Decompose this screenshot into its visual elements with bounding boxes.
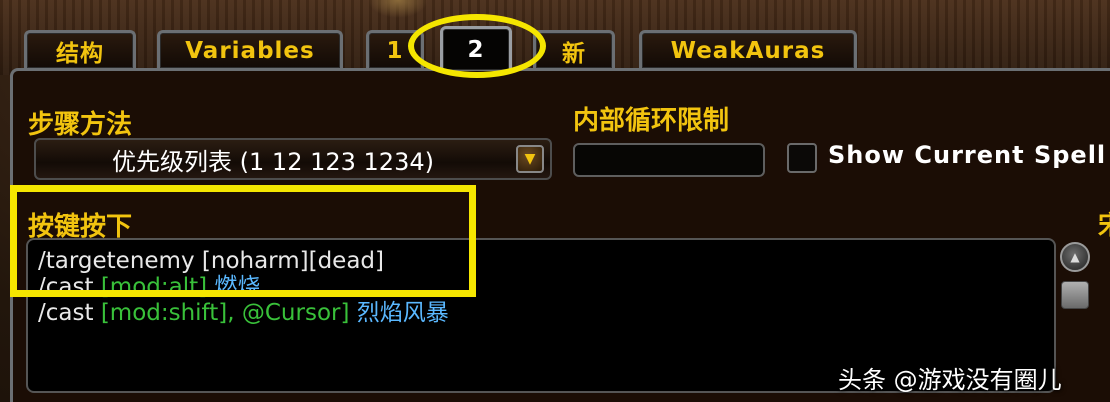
show-current-spell-checkbox[interactable]: [787, 143, 817, 173]
ornament: [368, 0, 428, 18]
tab-2[interactable]: 2: [440, 26, 512, 70]
macro-token: [noharm][dead]: [201, 248, 385, 274]
step-method-dropdown[interactable]: 优先级列表 (1 12 123 1234) ▼: [34, 138, 552, 180]
inner-loop-label: 内部循环限制: [573, 106, 730, 136]
tab-structure[interactable]: 结构: [24, 30, 136, 68]
macro-token: 燃烧: [214, 274, 261, 300]
show-current-spell-label: Show Current Spell: [828, 141, 1107, 169]
macro-token: [mod:shift], @Cursor]: [100, 300, 357, 326]
tab-1[interactable]: 1: [366, 30, 424, 68]
macro-token: 烈焰风暴: [356, 300, 449, 326]
macro-line: /cast [mod:alt] 燃烧: [38, 274, 1044, 300]
inner-loop-input[interactable]: [573, 143, 765, 177]
scrollbar-thumb[interactable]: [1061, 281, 1089, 309]
tab-variables[interactable]: Variables: [157, 30, 343, 68]
step-method-value: 优先级列表 (1 12 123 1234): [112, 147, 434, 176]
macro-token: [mod:alt]: [100, 274, 215, 300]
chevron-down-icon[interactable]: ▼: [516, 145, 544, 173]
tab-new[interactable]: 新: [533, 30, 615, 68]
scroll-up-button[interactable]: ▲: [1060, 242, 1090, 272]
watermark: 头条 @游戏没有圈儿: [838, 366, 1062, 394]
tab-weakauras[interactable]: WeakAuras: [639, 30, 857, 68]
macro-token: /cast: [38, 300, 101, 326]
macro-token: /targetenemy: [38, 248, 202, 274]
macro-line: /targetenemy [noharm][dead]: [38, 248, 1044, 274]
step-method-label: 步骤方法: [28, 110, 133, 140]
macro-token: /cast: [38, 274, 101, 300]
cut-off-label: 宋: [1098, 205, 1110, 242]
macro-line: /cast [mod:shift], @Cursor] 烈焰风暴: [38, 300, 1044, 326]
